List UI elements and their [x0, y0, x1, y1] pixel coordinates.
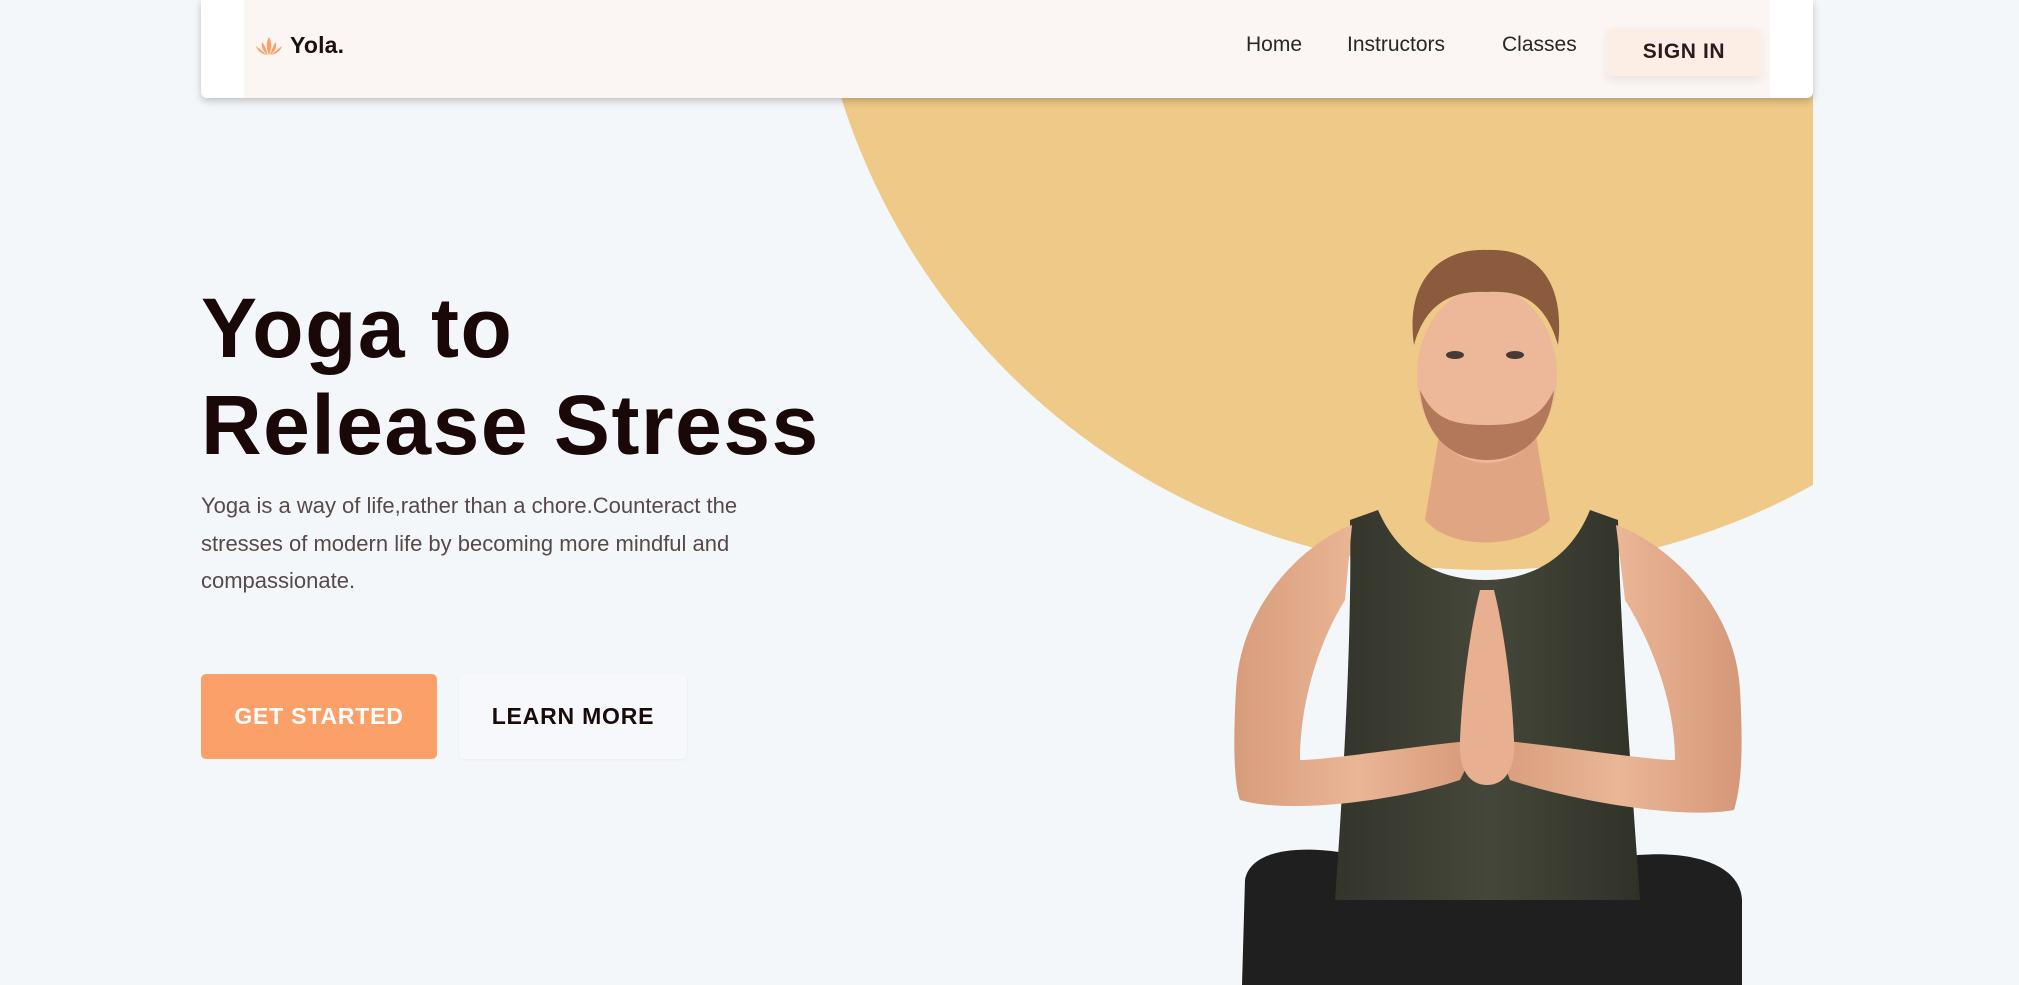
navbar-inner: Yola. Home Instructors Classes SIGN IN	[244, 0, 1770, 98]
nav-links: Home Instructors Classes	[244, 0, 1770, 98]
nav-link-classes[interactable]: Classes	[1502, 33, 1577, 57]
nav-link-instructors[interactable]: Instructors	[1347, 33, 1445, 57]
sign-in-button[interactable]: SIGN IN	[1607, 28, 1761, 76]
top-navbar: Yola. Home Instructors Classes SIGN IN	[201, 0, 1813, 98]
hero-illustration	[818, 0, 1813, 985]
nav-link-home[interactable]: Home	[1246, 33, 1302, 57]
